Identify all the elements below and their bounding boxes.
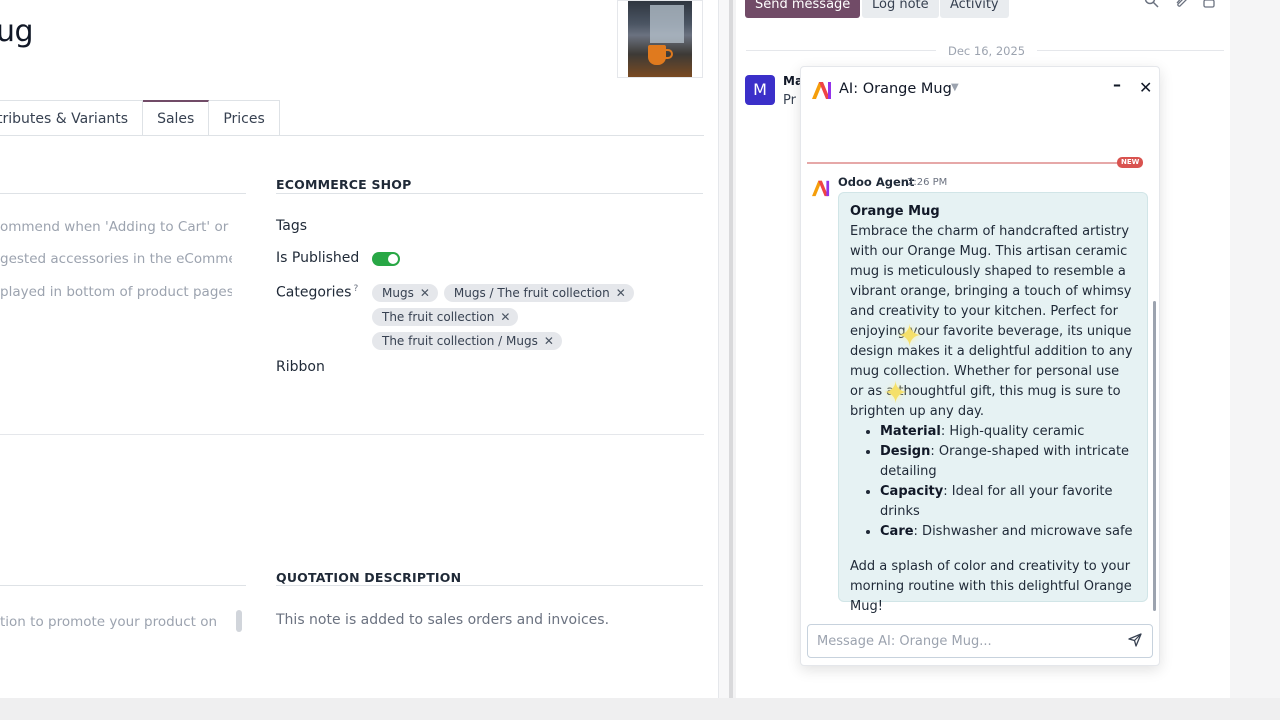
page-margin [1230,0,1280,720]
ai-chat-header[interactable]: AI: Orange Mug ▼ – ✕ [801,67,1159,113]
paperclip-icon[interactable] [1174,0,1190,8]
feature-key: Capacity [880,484,944,499]
feature-key: Material [880,424,941,439]
remove-tag-icon[interactable]: ✕ [420,286,430,300]
message-time: 2:26 PM [907,177,948,188]
message-closing: Add a splash of color and creativity to … [850,559,1132,614]
bottom-pages-help: played in bottom of product pages [0,284,232,300]
list-item: Capacity: Ideal for all your favorite dr… [880,482,1136,522]
remove-tag-icon[interactable]: ✕ [500,310,510,324]
sparkle-icon: ✦ [883,376,909,411]
list-item: Material: High-quality ceramic [880,422,1136,442]
quotation-description-field[interactable]: This note is added to sales orders and i… [276,612,609,628]
message-date: Dec 16, 2025 [936,44,1038,58]
message-title: Orange Mug [850,204,940,219]
activity-button[interactable]: Activity [940,0,1009,18]
ribbon-label: Ribbon [276,359,325,375]
tabs-divider [0,135,704,136]
categories-label-text: Categories [276,284,352,301]
categories-field[interactable]: Mugs ✕ Mugs / The fruit collection ✕ The f… [372,284,702,350]
category-tag: Mugs / The fruit collection ✕ [443,284,634,302]
search-icon[interactable] [1144,0,1160,8]
log-note-button[interactable]: Log note [862,0,939,18]
agent-avatar-icon [812,180,830,197]
is-published-toggle[interactable] [372,252,400,266]
feature-list: Material: High-quality ceramic Design: O… [880,422,1136,542]
feature-value: : High-quality ceramic [940,424,1085,439]
category-tag: The fruit collection / Mugs ✕ [372,332,562,350]
ecommerce-section-title: ECOMMERCE SHOP [276,177,412,192]
category-tag: The fruit collection ✕ [372,308,519,326]
ecommerce-section-divider [276,193,703,194]
ai-chat-title[interactable]: AI: Orange Mug [839,81,952,97]
avatar[interactable]: M [745,75,775,105]
suggested-accessories-help: gested accessories in the eCommer... [0,251,232,267]
message-body: Pr [783,93,796,108]
new-messages-line [807,162,1119,164]
left-section-divider [0,585,246,586]
quotation-section-divider [276,585,703,586]
lock-icon[interactable] [1202,0,1216,8]
chat-scrollbar[interactable] [1153,301,1156,611]
agent-name: Odoo Agent [838,175,915,189]
product-form: ug tributes & Variants Sales Prices ECOM… [0,0,718,698]
remove-tag-icon[interactable]: ✕ [616,286,626,300]
promote-help-text: tion to promote your product on [0,614,218,630]
category-tag-label: Mugs / The fruit collection [453,286,610,300]
new-badge: NEW [1117,157,1144,168]
category-tag-label: Mugs [382,286,414,300]
tab-sales[interactable]: Sales [143,100,210,136]
quotation-section-title: QUOTATION DESCRIPTION [276,570,462,585]
product-title[interactable]: ug [0,14,34,49]
send-message-button[interactable]: Send message [745,0,861,18]
close-icon[interactable]: ✕ [1139,78,1152,97]
bottom-margin [0,698,1280,720]
ai-logo-icon [812,82,831,99]
minimize-icon[interactable]: – [1113,75,1121,94]
chevron-down-icon[interactable]: ▼ [951,82,959,93]
ai-message-input[interactable] [807,624,1153,658]
photo-mug [648,45,666,65]
photo-window [650,5,684,43]
category-tag-label: The fruit collection [382,310,495,324]
category-tag: Mugs ✕ [372,284,438,302]
feature-value: : Dishwasher and microwave safe [913,524,1133,539]
feature-key: Design [880,444,931,459]
textarea-scrollbar[interactable] [236,610,242,632]
product-image[interactable] [617,0,703,78]
categories-label: Categories? [276,284,358,301]
list-item: Care: Dishwasher and microwave safe [880,522,1136,542]
ai-chat-window: AI: Orange Mug ▼ – ✕ NEW Odoo Agent 2:26… [800,66,1160,666]
tags-label: Tags [276,218,307,234]
help-tooltip-icon[interactable]: ? [353,284,358,294]
tab-attributes-variants[interactable]: tributes & Variants [0,100,144,136]
sparkle-icon: ✦ [897,319,923,354]
resize-bar [729,0,733,698]
toggle-knob [388,254,398,264]
category-tag-label: The fruit collection / Mugs [382,334,538,348]
panel-resize-handle[interactable] [718,0,733,698]
list-item: Design: Orange-shaped with intricate det… [880,442,1136,482]
accessory-help-text: ommend when 'Adding to Cart' or q... [0,219,232,235]
photo-mug-handle [665,49,673,59]
is-published-label: Is Published [276,250,360,266]
send-icon[interactable] [1128,633,1142,647]
remove-tag-icon[interactable]: ✕ [544,334,554,348]
feature-key: Care [880,524,914,539]
section-divider [0,434,704,435]
product-photo [628,1,692,77]
tab-prices[interactable]: Prices [209,100,280,136]
left-section-divider [0,193,246,194]
form-tabs: tributes & Variants Sales Prices [0,100,280,136]
